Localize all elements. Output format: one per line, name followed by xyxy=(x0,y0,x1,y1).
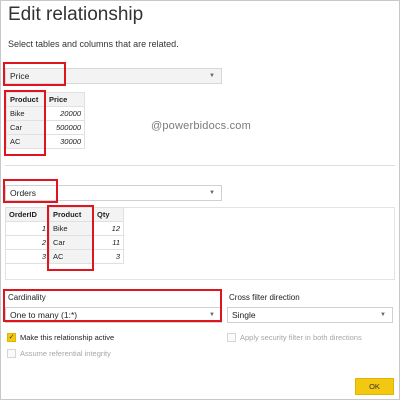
security-filter-checkbox[interactable] xyxy=(227,333,236,342)
table-cell: 3 xyxy=(5,249,50,264)
make-active-label: Make this relationship active xyxy=(20,333,115,342)
ok-button[interactable]: OK xyxy=(355,378,394,395)
table1-select[interactable]: Price ▼ xyxy=(5,68,222,84)
table-row: 1 Bike 12 xyxy=(5,221,124,236)
chevron-down-icon: ▼ xyxy=(380,312,386,318)
column-header[interactable]: Product xyxy=(49,207,94,222)
cross-filter-value: Single xyxy=(232,310,256,320)
watermark-text: @powerbidocs.com xyxy=(151,120,251,132)
make-active-checkbox[interactable]: ✓ xyxy=(7,333,16,342)
table-row: 3 AC 3 xyxy=(5,249,124,264)
table-row: Bike 20000 xyxy=(6,106,85,121)
table-cell: 20000 xyxy=(45,106,85,121)
table-cell: 500000 xyxy=(45,120,85,135)
table1-preview: Product Price Bike 20000 Car 500000 AC 3… xyxy=(6,92,85,149)
table-cell: Bike xyxy=(6,106,46,121)
chevron-down-icon: ▼ xyxy=(209,312,215,318)
column-header[interactable]: Price xyxy=(45,92,85,107)
table-row: Car 500000 xyxy=(6,120,85,135)
table-cell: 1 xyxy=(5,221,50,236)
column-header[interactable]: OrderID xyxy=(5,207,50,222)
table2-preview: OrderID Product Qty 1 Bike 12 2 Car 11 3… xyxy=(5,207,124,264)
table-cell: Car xyxy=(49,235,94,250)
table2-select-value: Orders xyxy=(10,188,36,198)
table-cell: 12 xyxy=(93,221,124,236)
table-cell: AC xyxy=(6,134,46,149)
table-cell: Bike xyxy=(49,221,94,236)
column-header[interactable]: Product xyxy=(6,92,46,107)
chevron-down-icon: ▼ xyxy=(209,73,215,79)
divider xyxy=(5,165,395,166)
dialog-title: Edit relationship xyxy=(8,4,144,25)
dialog-subtitle: Select tables and columns that are relat… xyxy=(8,39,179,49)
cardinality-value: One to many (1:*) xyxy=(10,310,78,320)
assume-integrity-label: Assume referential integrity xyxy=(20,349,111,358)
cardinality-select[interactable]: One to many (1:*) ▼ xyxy=(5,307,222,323)
assume-integrity-checkbox[interactable] xyxy=(7,349,16,358)
cross-filter-select[interactable]: Single ▼ xyxy=(227,307,393,323)
table2-select[interactable]: Orders ▼ xyxy=(5,185,222,201)
security-filter-label: Apply security filter in both directions xyxy=(240,333,362,342)
cardinality-label: Cardinality xyxy=(8,293,46,302)
table-cell: 3 xyxy=(93,249,124,264)
column-header[interactable]: Qty xyxy=(93,207,124,222)
cross-filter-label: Cross filter direction xyxy=(229,293,300,302)
table-row: 2 Car 11 xyxy=(5,235,124,250)
table-cell: Car xyxy=(6,120,46,135)
table1-select-value: Price xyxy=(10,71,30,81)
table-cell: 2 xyxy=(5,235,50,250)
table-cell: 30000 xyxy=(45,134,85,149)
table-cell: AC xyxy=(49,249,94,264)
chevron-down-icon: ▼ xyxy=(209,190,215,196)
table-row: AC 30000 xyxy=(6,134,85,149)
table-cell: 11 xyxy=(93,235,124,250)
